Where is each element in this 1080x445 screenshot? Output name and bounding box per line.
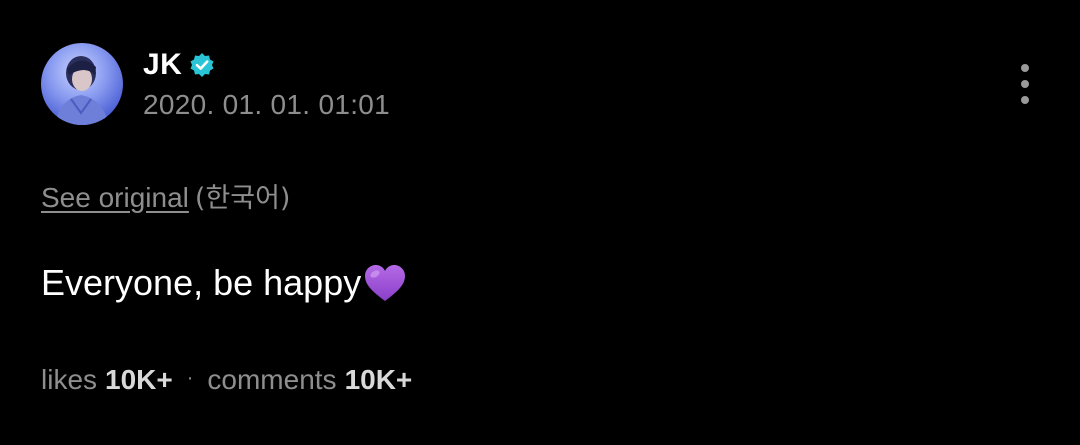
- original-language-label: (한국어): [194, 183, 291, 214]
- more-vertical-icon[interactable]: [1010, 62, 1040, 106]
- author-name[interactable]: JK: [143, 48, 182, 82]
- post-text: Everyone, be happy: [41, 262, 362, 303]
- comments-count[interactable]: 10K+: [345, 364, 413, 396]
- more-dot: [1021, 96, 1029, 104]
- post-timestamp: 2020. 01. 01. 01:01: [143, 89, 391, 120]
- more-dot: [1021, 80, 1029, 88]
- likes-label[interactable]: likes: [41, 364, 97, 396]
- post-body: Everyone, be happy: [41, 262, 407, 304]
- verified-badge-icon: [189, 52, 215, 78]
- comments-label[interactable]: comments: [207, 364, 336, 396]
- more-dot: [1021, 64, 1029, 72]
- post-stats: likes 10K+ · comments 10K+: [41, 364, 412, 396]
- purple-heart-icon: [363, 263, 407, 303]
- author-row: JK: [143, 47, 215, 83]
- author-avatar[interactable]: [41, 43, 123, 125]
- translation-row: See original (한국어): [41, 176, 290, 215]
- see-original-link[interactable]: See original: [41, 182, 189, 213]
- stats-separator: ·: [186, 366, 194, 389]
- post-card: JK 2020. 01. 01. 01:01 See original (한국어)…: [0, 0, 1080, 445]
- likes-count[interactable]: 10K+: [105, 364, 173, 396]
